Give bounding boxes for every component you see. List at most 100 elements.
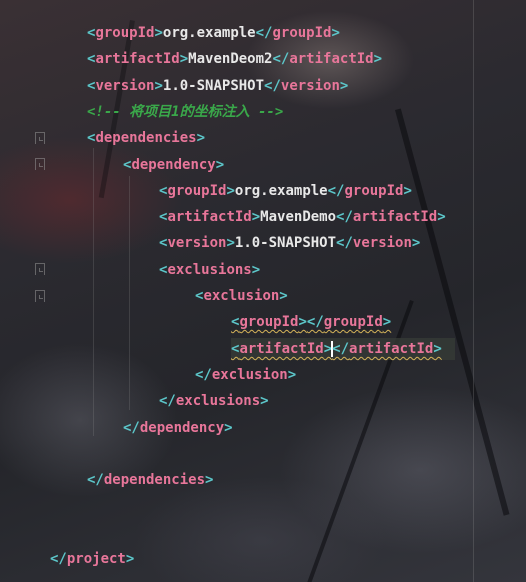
tag-bracket: > xyxy=(260,393,269,409)
xml-open-tag: <exclusion> xyxy=(195,288,288,304)
fold-marker-icon[interactable] xyxy=(35,158,45,170)
tag-bracket: > xyxy=(331,25,340,41)
xml-open-tag: <groupId> xyxy=(159,183,235,199)
tag-name: version xyxy=(280,78,340,94)
code-editor[interactable]: <groupId>org.example</groupId> <artifactI… xyxy=(0,0,526,582)
code-line-current[interactable]: <artifactId></artifactId> xyxy=(231,338,455,360)
tag-name: version xyxy=(167,235,227,251)
tag-name: version xyxy=(352,235,412,251)
tag-value: MavenDemo xyxy=(260,209,337,225)
tag-bracket: > xyxy=(224,420,233,436)
xml-open-tag: <artifactId> xyxy=(159,209,260,225)
xml-open-tag: <artifactId> xyxy=(87,51,188,67)
tag-bracket: > xyxy=(279,288,288,304)
tag-name: project xyxy=(66,551,126,567)
code-line[interactable]: <version>1.0-SNAPSHOT</version> xyxy=(159,232,420,254)
tag-bracket: > xyxy=(298,314,307,330)
tag-bracket: > xyxy=(226,235,235,251)
code-line[interactable]: <artifactId>MavenDemo</artifactId> xyxy=(159,206,446,228)
xml-close-tag: </dependency> xyxy=(123,420,233,436)
code-line[interactable]: </dependency> xyxy=(123,417,233,439)
code-line[interactable]: </project> xyxy=(50,548,134,570)
xml-close-tag: </project> xyxy=(50,551,134,567)
tag-name: version xyxy=(95,78,155,94)
tag-value: 1.0-SNAPSHOT xyxy=(234,235,337,251)
tag-bracket: > xyxy=(154,78,163,94)
tag-name: groupId xyxy=(323,314,383,330)
tag-bracket: > xyxy=(251,262,261,278)
tag-bracket: > xyxy=(154,25,163,41)
tag-bracket: > xyxy=(287,367,297,383)
xml-open-tag: <version> xyxy=(87,78,163,94)
tag-bracket: </ xyxy=(123,420,140,436)
code-line[interactable]: <dependencies> xyxy=(87,127,205,149)
code-line[interactable]: <groupId>org.example</groupId> xyxy=(159,180,412,202)
tag-bracket: > xyxy=(373,51,383,67)
code-line[interactable]: <groupId>org.example</groupId> xyxy=(87,22,340,44)
tag-bracket: </ xyxy=(50,551,67,567)
xml-open-tag: <dependency> xyxy=(123,157,224,173)
tag-name: artifactId xyxy=(349,341,434,357)
tag-bracket: > xyxy=(251,209,261,225)
code-line[interactable]: </exclusion> xyxy=(195,364,296,386)
xml-open-tag: <groupId> xyxy=(87,25,163,41)
code-line[interactable]: <groupId></groupId> xyxy=(231,311,391,333)
right-margin-guide xyxy=(473,0,474,582)
tag-name: exclusion xyxy=(211,367,288,383)
tag-bracket: </ xyxy=(159,393,176,409)
tag-bracket: </ xyxy=(332,341,350,357)
xml-close-tag: </artifactId> xyxy=(336,209,446,225)
tag-bracket: > xyxy=(179,51,189,67)
tag-name: artifactId xyxy=(289,51,374,67)
tag-value: 1.0-SNAPSHOT xyxy=(162,78,265,94)
indent-guide xyxy=(93,148,94,436)
tag-bracket: > xyxy=(411,235,421,251)
xml-close-tag: </groupId> xyxy=(307,314,391,330)
code-line[interactable]: <!-- 将项目1的坐标注入 --> xyxy=(87,101,283,123)
code-line[interactable]: <exclusion> xyxy=(195,285,288,307)
tag-name: groupId xyxy=(344,183,404,199)
background-artwork xyxy=(395,108,510,516)
tag-name: artifactId xyxy=(167,209,252,225)
tag-bracket: > xyxy=(433,341,442,357)
code-line[interactable]: </exclusions> xyxy=(159,390,269,412)
tag-bracket: > xyxy=(403,183,412,199)
tag-bracket: </ xyxy=(195,367,212,383)
tag-bracket: > xyxy=(437,209,446,225)
tag-name: exclusions xyxy=(167,262,252,278)
fold-marker-icon[interactable] xyxy=(35,132,45,144)
xml-close-tag: </artifactId> xyxy=(332,341,442,357)
tag-name: dependency xyxy=(139,420,225,436)
tag-name: artifactId xyxy=(239,341,324,357)
tag-bracket: > xyxy=(205,472,214,488)
code-line[interactable]: <exclusions> xyxy=(159,259,260,281)
fold-marker-icon[interactable] xyxy=(35,290,45,302)
tag-name: exclusion xyxy=(203,288,280,304)
xml-close-tag: </artifactId> xyxy=(272,51,382,67)
xml-close-tag: </exclusion> xyxy=(195,367,296,383)
tag-bracket: </ xyxy=(264,78,281,94)
xml-open-tag: <dependencies> xyxy=(87,130,205,146)
tag-value: org.example xyxy=(162,25,256,41)
xml-open-tag: <groupId> xyxy=(231,314,307,330)
code-line[interactable]: <dependency> xyxy=(123,154,224,176)
xml-close-tag: </version> xyxy=(264,78,348,94)
tag-bracket: </ xyxy=(336,209,353,225)
xml-open-tag: <exclusions> xyxy=(159,262,260,278)
code-line[interactable]: <artifactId>MavenDeom2</artifactId> xyxy=(87,48,382,70)
code-line[interactable]: </dependencies> xyxy=(87,469,213,491)
tag-bracket: </ xyxy=(87,472,104,488)
tag-value: MavenDeom2 xyxy=(188,51,273,67)
fold-marker-icon[interactable] xyxy=(35,263,45,275)
tag-bracket: > xyxy=(226,183,235,199)
tag-bracket: > xyxy=(125,551,135,567)
code-line[interactable]: <version>1.0-SNAPSHOT</version> xyxy=(87,75,348,97)
tag-value: org.example xyxy=(234,183,328,199)
xml-close-tag: </exclusions> xyxy=(159,393,269,409)
tag-bracket: </ xyxy=(336,235,353,251)
xml-close-tag: </dependencies> xyxy=(87,472,213,488)
tag-name: groupId xyxy=(167,183,227,199)
tag-name: exclusions xyxy=(175,393,261,409)
tag-bracket: > xyxy=(339,78,349,94)
xml-open-tag: <artifactId> xyxy=(231,341,332,357)
